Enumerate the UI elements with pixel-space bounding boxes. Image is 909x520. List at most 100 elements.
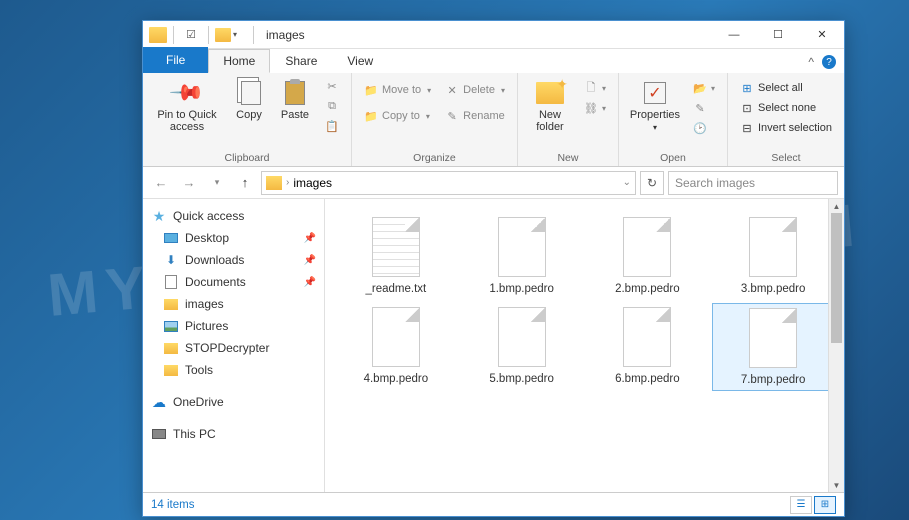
up-button[interactable]: ↑ (233, 171, 257, 195)
navigation-pane: ★Quick access Desktop📌 ⬇Downloads📌 Docum… (143, 199, 325, 492)
navigation-bar: ← → ▾ ↑ › images ⌄ ↻ Search images (143, 167, 844, 199)
group-label: Organize (360, 150, 509, 164)
file-item[interactable]: 7.bmp.pedro (712, 303, 834, 391)
new-folder-icon (536, 82, 564, 104)
sidebar-item-quick-access[interactable]: ★Quick access (143, 205, 324, 227)
file-item[interactable]: _readme.txt (335, 213, 457, 299)
icons-view-button[interactable]: ⊞ (814, 496, 836, 514)
ribbon-collapse-icon[interactable]: ^ (808, 55, 814, 69)
help-icon[interactable]: ? (822, 55, 836, 69)
window-controls: — ☐ ✕ (712, 21, 844, 49)
close-button[interactable]: ✕ (800, 21, 844, 49)
select-all-icon: ⊞ (740, 81, 754, 95)
group-label: Clipboard (151, 150, 343, 164)
file-item[interactable]: 2.bmp.pedro (587, 213, 709, 299)
pin-icon: 📌 (168, 74, 206, 112)
ribbon-group-new: New folder 🗋▾ ⛓▾ New (518, 73, 619, 166)
new-folder-button[interactable]: New folder (526, 77, 574, 135)
sidebar-item-this-pc[interactable]: This PC (143, 423, 324, 445)
scroll-up-icon[interactable]: ▲ (829, 199, 844, 213)
move-to-button[interactable]: 📁Move to▾ (360, 81, 435, 99)
sidebar-item-onedrive[interactable]: ☁OneDrive (143, 391, 324, 413)
copy-button[interactable]: Copy (229, 77, 269, 123)
tab-share[interactable]: Share (270, 49, 332, 73)
separator (253, 26, 254, 44)
rename-button[interactable]: ✎Rename (441, 107, 509, 125)
back-button[interactable]: ← (149, 171, 173, 195)
sidebar-item-images[interactable]: images (143, 293, 324, 315)
address-bar[interactable]: › images ⌄ (261, 171, 636, 195)
file-label: 1.bmp.pedro (489, 283, 554, 295)
folder-icon (163, 362, 179, 378)
file-label: 2.bmp.pedro (615, 283, 680, 295)
copy-to-button[interactable]: 📁Copy to▾ (360, 107, 435, 125)
chevron-right-icon[interactable]: › (286, 177, 289, 188)
maximize-button[interactable]: ☐ (756, 21, 800, 49)
move-to-icon: 📁 (364, 83, 378, 97)
invert-selection-icon: ⊟ (740, 121, 754, 135)
properties-button[interactable]: ✓ Properties ▾ (627, 77, 683, 134)
search-input[interactable]: Search images (668, 171, 838, 195)
group-label: Select (736, 150, 836, 164)
minimize-button[interactable]: — (712, 21, 756, 49)
sidebar-item-pictures[interactable]: Pictures (143, 315, 324, 337)
tab-file[interactable]: File (143, 47, 208, 73)
pc-icon (151, 426, 167, 442)
pin-to-quick-access-button[interactable]: 📌 Pin to Quick access (151, 77, 223, 135)
open-button[interactable]: 📂▾ (689, 79, 719, 97)
scroll-down-icon[interactable]: ▼ (829, 478, 844, 492)
cloud-icon: ☁ (151, 394, 167, 410)
history-icon: 🕑 (693, 121, 707, 135)
breadcrumb[interactable]: images (293, 176, 332, 190)
paste-shortcut-button[interactable]: 📋 (321, 117, 343, 135)
qat-properties-icon[interactable]: ☑ (180, 24, 202, 46)
star-icon: ★ (151, 208, 167, 224)
properties-label: Properties (630, 109, 680, 121)
history-button[interactable]: 🕑 (689, 119, 719, 137)
desktop-icon (163, 230, 179, 246)
refresh-button[interactable]: ↻ (640, 171, 664, 195)
easy-access-button[interactable]: ⛓▾ (580, 99, 610, 117)
sidebar-item-documents[interactable]: Documents📌 (143, 271, 324, 293)
ribbon-group-clipboard: 📌 Pin to Quick access Copy Paste ✂ ⧉ 📋 C (143, 73, 352, 166)
address-dropdown-icon[interactable]: ⌄ (623, 177, 631, 188)
select-none-button[interactable]: ⊡Select none (736, 99, 836, 117)
paste-label: Paste (281, 109, 309, 121)
edit-button[interactable]: ✎ (689, 99, 719, 117)
forward-button[interactable]: → (177, 171, 201, 195)
details-view-button[interactable]: ☰ (790, 496, 812, 514)
tab-view[interactable]: View (332, 49, 388, 73)
ribbon-tabs: File Home Share View ^ ? (143, 49, 844, 73)
tab-home[interactable]: Home (208, 49, 270, 73)
window-title: images (266, 28, 305, 42)
file-label: 5.bmp.pedro (489, 373, 554, 385)
recent-locations-button[interactable]: ▾ (205, 171, 229, 195)
document-icon (163, 274, 179, 290)
file-item[interactable]: 1.bmp.pedro (461, 213, 583, 299)
select-none-icon: ⊡ (740, 101, 754, 115)
pictures-icon (163, 318, 179, 334)
copy-path-button[interactable]: ⧉ (321, 97, 343, 115)
cut-button[interactable]: ✂ (321, 77, 343, 95)
scrollbar-thumb[interactable] (831, 213, 842, 343)
new-item-button[interactable]: 🗋▾ (580, 79, 610, 97)
qat-dropdown-icon[interactable]: ▾ (233, 30, 247, 39)
file-item[interactable]: 3.bmp.pedro (712, 213, 834, 299)
sidebar-item-tools[interactable]: Tools (143, 359, 324, 381)
status-bar: 14 items ☰ ⊞ (143, 492, 844, 516)
sidebar-item-stopdecrypter[interactable]: STOPDecrypter (143, 337, 324, 359)
invert-selection-button[interactable]: ⊟Invert selection (736, 119, 836, 137)
delete-button[interactable]: ✕Delete▾ (441, 81, 509, 99)
sidebar-item-downloads[interactable]: ⬇Downloads📌 (143, 249, 324, 271)
file-item[interactable]: 6.bmp.pedro (587, 303, 709, 391)
paste-button[interactable]: Paste (275, 77, 315, 123)
file-item[interactable]: 4.bmp.pedro (335, 303, 457, 391)
open-icon: 📂 (693, 81, 707, 95)
easy-access-icon: ⛓ (584, 101, 598, 115)
file-item[interactable]: 5.bmp.pedro (461, 303, 583, 391)
sidebar-item-desktop[interactable]: Desktop📌 (143, 227, 324, 249)
blank-file-icon (372, 307, 420, 367)
select-all-button[interactable]: ⊞Select all (736, 79, 836, 97)
vertical-scrollbar[interactable]: ▲ ▼ (828, 199, 844, 492)
edit-icon: ✎ (693, 101, 707, 115)
